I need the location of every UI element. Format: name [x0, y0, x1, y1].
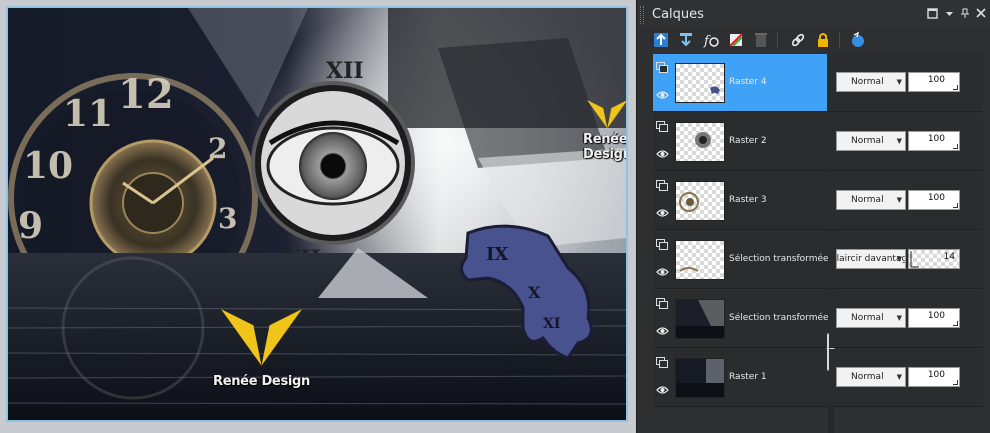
opacity-slider[interactable]: 100: [908, 308, 960, 328]
toolbar-separator: [777, 32, 778, 48]
layer-info[interactable]: Raster 2: [653, 113, 827, 171]
layer-thumbnail: [675, 122, 725, 162]
layer-name: Sélection transformée 1: [729, 254, 838, 264]
close-icon[interactable]: [975, 8, 987, 20]
layer-info[interactable]: Raster 3: [653, 172, 827, 230]
eye-icon[interactable]: [656, 149, 669, 159]
delete-layer-icon[interactable]: [752, 31, 770, 49]
layer-toggle-icon[interactable]: [656, 62, 668, 73]
toolbar-separator: [839, 32, 840, 48]
layer-info[interactable]: Raster 4: [653, 54, 827, 112]
chevron-down-icon: ▼: [896, 137, 902, 145]
lock-icon[interactable]: [814, 31, 832, 49]
chevron-down-icon: ▼: [896, 314, 902, 322]
blend-mode-select[interactable]: Normal ▼: [836, 72, 906, 92]
layers-toolbar: f: [637, 28, 990, 54]
canvas-area: 12 11 10 9 2 3 XII IX X XI Renée Design …: [0, 0, 636, 433]
svg-text:11: 11: [63, 93, 113, 135]
blend-mode-select[interactable]: Normal ▼: [836, 131, 906, 151]
opacity-slider[interactable]: 100: [908, 190, 960, 210]
svg-text:9: 9: [18, 205, 43, 247]
chevron-down-icon: ▼: [896, 255, 902, 263]
layer-info[interactable]: Raster 1: [653, 349, 827, 407]
layer-properties: Éclaircir davantage▼ 14: [829, 231, 983, 289]
layer-name: Raster 3: [729, 195, 767, 205]
panel-title: Calques: [652, 7, 704, 22]
layer-thumbnail: [675, 240, 725, 280]
layer-thumbnail: [675, 63, 725, 103]
layer-toggle-icon[interactable]: [656, 357, 668, 368]
layer-name: Raster 1: [729, 372, 767, 382]
layer-properties: Normal ▼ 100: [829, 172, 983, 230]
svg-text:3: 3: [218, 202, 237, 235]
layer-properties: Normal ▼ 100: [829, 54, 983, 112]
layer-list: Raster 4 Normal ▼ 100 Raster 2 Normal ▼ …: [653, 54, 983, 408]
blend-mode-select[interactable]: Normal ▼: [836, 308, 906, 328]
pin-icon[interactable]: [959, 8, 971, 20]
layers-panel: Calques f Raster 4 Normal ▼ 100 Raster 2…: [636, 0, 990, 433]
layer-row[interactable]: Raster 1 Normal ▼ 100: [653, 349, 983, 408]
layer-toggle-icon[interactable]: [656, 298, 668, 309]
drag-grip-icon[interactable]: [640, 6, 644, 24]
chevron-down-icon: ▼: [896, 373, 902, 381]
layer-name: Raster 2: [729, 136, 767, 146]
opacity-slider[interactable]: 100: [908, 72, 960, 92]
svg-text:XI: XI: [543, 316, 560, 332]
layer-name: Raster 4: [729, 77, 767, 87]
svg-text:IX: IX: [486, 244, 508, 265]
layer-properties: Normal ▼ 100: [829, 113, 983, 171]
blend-mode-select[interactable]: Normal ▼: [836, 367, 906, 387]
layer-toggle-icon[interactable]: [656, 180, 668, 191]
layer-toggle-icon[interactable]: [656, 239, 668, 250]
svg-text:X: X: [528, 283, 541, 302]
layer-row[interactable]: Raster 3 Normal ▼ 100: [653, 172, 983, 231]
watermark: Renée Design: [213, 301, 310, 389]
artwork: 12 11 10 9 2 3 XII IX X XI: [8, 8, 626, 420]
chevron-down-icon: ▼: [896, 196, 902, 204]
window-icon[interactable]: [926, 8, 938, 20]
layer-row[interactable]: Sélection transformée 1 Éclaircir davant…: [653, 231, 983, 290]
watermark: Renée Design: [583, 96, 626, 162]
layer-thumbnail: [675, 358, 725, 398]
eye-icon[interactable]: [656, 385, 669, 395]
layer-thumbnail: [675, 181, 725, 221]
layer-thumbnail: [675, 299, 725, 339]
layer-properties: Normal ▼ 100: [829, 290, 983, 348]
new-vector-layer-icon[interactable]: [677, 31, 695, 49]
layer-info[interactable]: Sélection transformée 1: [653, 231, 837, 289]
opacity-slider[interactable]: 100: [908, 131, 960, 151]
butterfly-icon: [221, 309, 302, 366]
eye-icon[interactable]: [656, 90, 669, 100]
chevron-down-icon: ▼: [896, 78, 902, 86]
layer-toggle-icon[interactable]: [656, 121, 668, 132]
eye-icon[interactable]: [656, 208, 669, 218]
eye-icon[interactable]: [656, 326, 669, 336]
layer-row[interactable]: Raster 2 Normal ▼ 100: [653, 113, 983, 172]
panel-title-bar[interactable]: Calques: [637, 0, 990, 28]
layer-row[interactable]: Sélection transformée Normal ▼ 100: [653, 290, 983, 349]
layer-properties: Normal ▼ 100: [829, 349, 983, 407]
image-canvas[interactable]: 12 11 10 9 2 3 XII IX X XI Renée Design …: [6, 6, 628, 422]
new-adjustment-layer-icon[interactable]: f: [702, 31, 720, 49]
butterfly-icon: [587, 100, 626, 129]
layer-info[interactable]: Sélection transformée: [653, 290, 829, 348]
dropdown-icon[interactable]: [943, 8, 955, 20]
blend-mode-select[interactable]: Éclaircir davantage▼: [836, 249, 906, 269]
link-layer-icon[interactable]: [789, 31, 807, 49]
svg-text:12: 12: [118, 71, 174, 118]
layer-name: Sélection transformée: [729, 313, 829, 323]
opacity-slider[interactable]: 14: [908, 249, 960, 269]
svg-text:XII: XII: [326, 58, 364, 84]
layer-row[interactable]: Raster 4 Normal ▼ 100: [653, 54, 983, 113]
app-window: 12 11 10 9 2 3 XII IX X XI Renée Design …: [0, 0, 990, 433]
svg-text:10: 10: [23, 145, 73, 187]
blend-mode-select[interactable]: Normal ▼: [836, 190, 906, 210]
opacity-slider[interactable]: 100: [908, 367, 960, 387]
eye-icon[interactable]: [656, 267, 669, 277]
rotate-view-icon[interactable]: [849, 31, 867, 49]
new-mask-layer-icon[interactable]: [727, 31, 745, 49]
new-raster-layer-icon[interactable]: [652, 31, 670, 49]
